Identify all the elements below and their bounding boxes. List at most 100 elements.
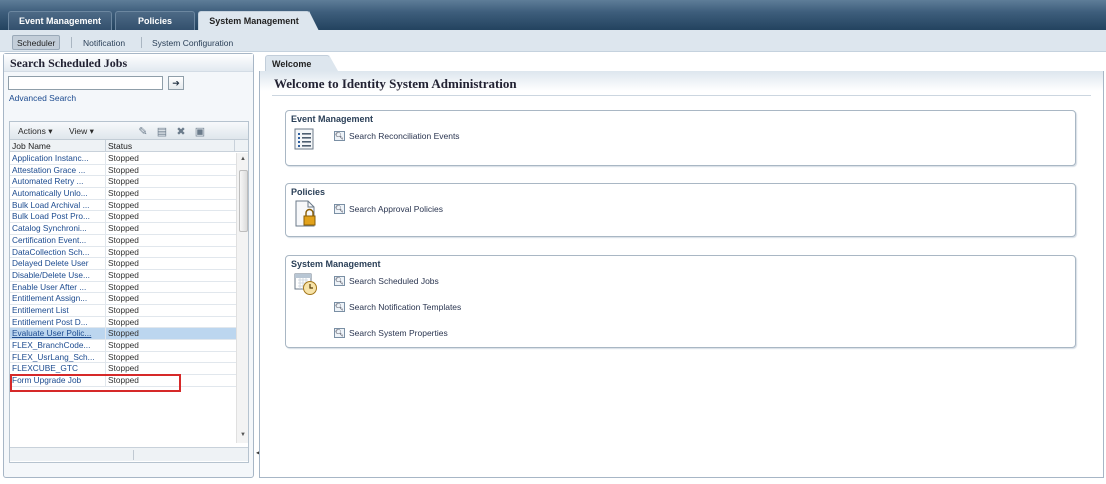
edit-icon[interactable]: ✎ [136,124,150,138]
search-scheduled-jobs-link[interactable]: 🔍︎ Search Scheduled Jobs [334,276,439,286]
section-title: Policies [291,187,326,197]
job-name-cell[interactable]: Entitlement List [12,305,105,315]
tab-label: Event Management [18,16,102,26]
scroll-up-icon[interactable]: ▲ [240,156,246,162]
job-name-cell[interactable]: Entitlement Post D... [12,317,105,327]
table-row[interactable]: Attestation Grace ... Stopped [10,164,236,177]
tab-label: Policies [137,16,173,26]
job-name-cell[interactable]: FLEX_UsrLang_Sch... [12,352,105,362]
table-row[interactable]: Catalog Synchroni... Stopped [10,223,236,235]
tab-event-management[interactable]: Event Management [8,11,112,30]
search-system-properties-link[interactable]: 🔍︎ Search System Properties [334,328,448,338]
job-name-cell[interactable]: DataCollection Sch... [12,247,105,257]
column-divider [105,199,106,212]
status-cell: Stopped [108,328,139,339]
job-name-cell[interactable]: Disable/Delete Use... [12,270,105,280]
subtab-scheduler[interactable]: Scheduler [12,35,61,50]
vertical-scrollbar[interactable]: ▲ ▼ [236,153,248,443]
table-row[interactable]: Certification Event... Stopped [10,234,236,247]
table-row[interactable]: Form Upgrade Job Stopped [10,375,236,387]
subtab-system-configuration[interactable]: System Configuration [152,35,233,50]
table-row[interactable]: Entitlement Assign... Stopped [10,293,236,305]
column-divider [105,188,106,200]
job-name-cell[interactable]: Automatically Unlo... [12,188,105,198]
search-notification-templates-link[interactable]: 🔍︎ Search Notification Templates [334,302,461,312]
job-name-cell[interactable]: Attestation Grace ... [12,165,105,175]
search-go-button[interactable]: ➔ [168,76,184,90]
link-label: Search Scheduled Jobs [349,276,439,286]
scroll-thumb[interactable] [239,170,248,232]
job-name-cell[interactable]: Catalog Synchroni... [12,223,105,233]
delete-icon[interactable]: ✖ [174,124,188,138]
status-cell: Stopped [108,351,139,362]
status-cell: Stopped [108,269,139,280]
create-icon[interactable]: ▤ [155,124,169,138]
subtab-divider [71,37,72,48]
job-name-cell[interactable]: Bulk Load Archival ... [12,200,105,210]
job-name-cell[interactable]: Enable User After ... [12,282,105,292]
column-divider [105,176,106,189]
table-row[interactable]: FLEXCUBE_GTC Stopped [10,363,236,376]
footer-divider [133,450,134,460]
advanced-search-link[interactable]: Advanced Search [9,93,76,103]
table-row[interactable]: Bulk Load Post Pro... Stopped [10,211,236,224]
job-name-cell[interactable]: Application Instanc... [12,153,105,163]
table-row[interactable]: Disable/Delete Use... Stopped [10,269,236,282]
link-label: Search Reconciliation Events [349,131,460,141]
jobs-table: Actions ▾ View ▾ ✎ ▤ ✖ ▣ Job Name Status… [9,121,249,463]
table-row[interactable]: Automated Retry ... Stopped [10,176,236,189]
column-divider [105,351,106,364]
table-row[interactable]: FLEX_UsrLang_Sch... Stopped [10,351,236,364]
job-name-cell[interactable]: FLEX_BranchCode... [12,340,105,350]
status-cell: Stopped [108,316,139,327]
job-name-cell[interactable]: Form Upgrade Job [12,375,105,385]
job-name-cell[interactable]: Evaluate User Polic... [12,328,105,338]
table-row[interactable]: Entitlement List Stopped [10,304,236,317]
job-name-cell[interactable]: Entitlement Assign... [12,293,105,303]
job-name-cell[interactable]: Bulk Load Post Pro... [12,211,105,221]
search-row: ➔ [8,76,184,90]
table-row[interactable]: DataCollection Sch... Stopped [10,246,236,259]
status-cell: Stopped [108,246,139,257]
table-row[interactable]: Delayed Delete User Stopped [10,258,236,270]
column-header-status[interactable]: Status [108,141,132,151]
job-name-cell[interactable]: Automated Retry ... [12,176,105,186]
column-header-job-name[interactable]: Job Name [12,141,51,151]
job-name-cell[interactable]: FLEXCUBE_GTC [12,363,105,373]
table-row[interactable]: FLEX_BranchCode... Stopped [10,340,236,352]
table-row[interactable]: Automatically Unlo... Stopped [10,188,236,200]
tab-policies[interactable]: Policies [115,11,195,30]
table-row[interactable]: Evaluate User Polic... Stopped [10,328,236,340]
search-icon: 🔍︎ [334,131,345,141]
column-divider [105,340,106,352]
table-row[interactable]: Enable User After ... Stopped [10,281,236,294]
page-title: Welcome to Identity System Administratio… [274,76,517,91]
search-approval-policies-link[interactable]: 🔍︎ Search Approval Policies [334,204,443,214]
tab-welcome[interactable]: Welcome [265,55,338,71]
tab-system-management[interactable]: System Management [198,11,319,31]
status-cell: Stopped [108,293,139,304]
column-divider [105,375,106,387]
welcome-content: Welcome to Identity System Administratio… [259,71,1104,478]
detach-icon[interactable]: ▣ [193,124,207,138]
subtab-label: Notification [83,37,126,48]
table-row[interactable]: Bulk Load Archival ... Stopped [10,199,236,212]
status-cell: Stopped [108,164,139,175]
job-name-cell[interactable]: Delayed Delete User [12,258,105,268]
view-menu[interactable]: View ▾ [69,126,94,137]
event-management-section: Event Management 🔍︎ Search Reconciliatio… [285,110,1076,166]
subtab-notification[interactable]: Notification [83,35,125,50]
subtab-label: System Configuration [152,37,234,48]
panel-title: Search Scheduled Jobs [4,54,253,72]
status-cell: Stopped [108,234,139,245]
actions-menu[interactable]: Actions ▾ [18,126,53,137]
locked-document-icon [294,200,318,228]
table-row[interactable]: Application Instanc... Stopped [10,153,236,165]
search-input[interactable] [8,76,163,90]
table-row[interactable]: Entitlement Post D... Stopped [10,316,236,329]
table-toolbar: Actions ▾ View ▾ ✎ ▤ ✖ ▣ [10,122,248,140]
search-reconciliation-events-link[interactable]: 🔍︎ Search Reconciliation Events [334,131,460,141]
scroll-down-icon[interactable]: ▼ [240,432,246,438]
column-divider [105,269,106,282]
job-name-cell[interactable]: Certification Event... [12,235,105,245]
